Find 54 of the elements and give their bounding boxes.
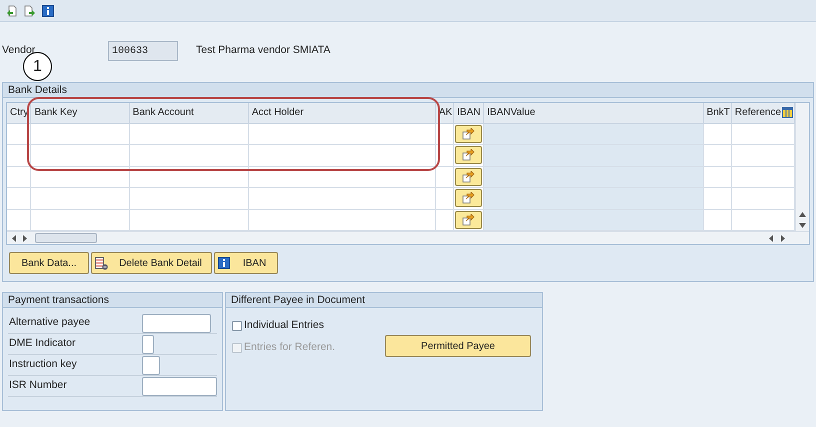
scroll-down-icon[interactable] <box>799 223 806 228</box>
iban-button[interactable] <box>455 210 482 229</box>
scroll-up-icon[interactable] <box>799 212 806 217</box>
toolbar-button[interactable]: Delete Bank Detail <box>91 252 212 274</box>
iban-button[interactable] <box>455 189 482 208</box>
arrow-page-icon <box>462 170 476 183</box>
input-field[interactable] <box>142 376 217 396</box>
scroll-right-icon[interactable] <box>23 234 27 242</box>
input-field[interactable] <box>142 334 154 354</box>
arrow-page-icon <box>462 128 476 140</box>
arrow-page-icon <box>462 192 476 204</box>
group-title: Different Payee in Document <box>226 293 542 308</box>
arrow-page-icon <box>462 214 476 226</box>
horizontal-scrollbar[interactable] <box>7 231 809 244</box>
checkbox[interactable] <box>232 320 242 331</box>
scroll-left-icon[interactable] <box>12 234 16 242</box>
field-label: Instruction key <box>9 357 78 372</box>
column-header[interactable]: Reference <box>731 103 795 123</box>
column-header[interactable]: Bank Key <box>30 103 130 123</box>
arrow-page-icon <box>462 149 476 162</box>
delete-row-icon <box>95 256 108 270</box>
column-header[interactable]: Acct Holder <box>248 103 436 123</box>
info-icon <box>218 257 230 269</box>
previous-page-icon[interactable] <box>6 4 18 16</box>
next-page-icon[interactable] <box>24 4 36 16</box>
permitted-payee-button[interactable]: Permitted Payee <box>385 335 531 357</box>
vendor-number-field[interactable]: 100633 <box>108 40 178 60</box>
field-label: DME Indicator <box>9 336 77 352</box>
info-icon[interactable] <box>42 4 54 16</box>
field-label: ISR Number <box>9 378 68 394</box>
vertical-scrollbar[interactable] <box>795 103 809 231</box>
column-header[interactable]: Bank Account <box>129 103 248 123</box>
iban-button[interactable] <box>455 146 482 164</box>
field-label: Alternative payee <box>9 315 92 330</box>
column-header[interactable]: Ctry <box>7 103 31 123</box>
checkbox-label: Entries for Referen. <box>244 340 336 355</box>
checkbox-label: Individual Entries <box>244 318 324 333</box>
group-title: Bank Details <box>3 83 813 98</box>
column-settings-icon[interactable] <box>782 107 794 118</box>
input-field[interactable] <box>142 356 160 374</box>
column-header[interactable]: BnkT <box>703 103 732 123</box>
group-title: Payment transactions <box>3 293 222 308</box>
iban-button[interactable] <box>455 124 482 143</box>
column-header[interactable]: IBAN <box>454 103 484 123</box>
input-field[interactable] <box>142 314 211 332</box>
toolbar-button[interactable]: Bank Data... <box>9 252 89 274</box>
scroll-left-icon[interactable] <box>769 234 773 242</box>
callout-number: 1 <box>23 52 52 81</box>
column-header[interactable]: IBANValue <box>484 103 704 123</box>
scroll-thumb[interactable] <box>35 233 97 243</box>
vendor-name: Test Pharma vendor SMIATA <box>196 42 330 58</box>
scroll-right-icon[interactable] <box>781 234 785 242</box>
iban-button[interactable] <box>455 168 482 186</box>
toolbar-button[interactable]: IBAN <box>214 252 278 274</box>
